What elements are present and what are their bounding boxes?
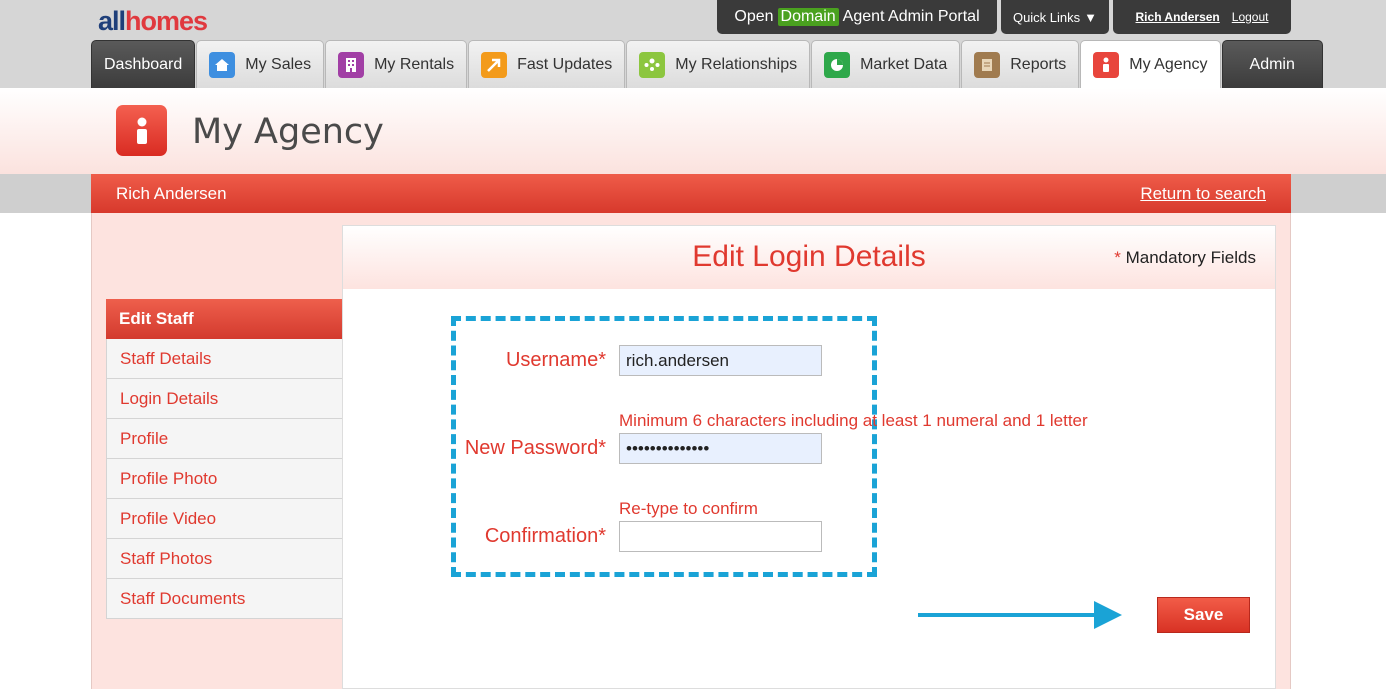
chevron-down-icon: ▼ (1084, 9, 1098, 25)
main-tabs: Dashboard My Sales My Rentals Fast Updat… (91, 40, 1324, 89)
arrow-up-icon (481, 51, 508, 78)
confirmation-label: Confirmation* (484, 525, 606, 547)
new-password-input[interactable]: •••••••••••••• (619, 433, 822, 464)
tab-dashboard[interactable]: Dashboard (91, 40, 196, 88)
quick-links-dropdown[interactable]: Quick Links ▼ (1001, 0, 1109, 34)
username-input[interactable]: rich.andersen (619, 345, 822, 376)
tab-label: My Sales (245, 55, 312, 73)
tab-reports[interactable]: Reports (961, 40, 1080, 88)
edit-staff-nav: Edit Staff Staff Details Login Details P… (106, 299, 344, 619)
person-icon (116, 105, 167, 156)
portal-prefix: Open (734, 8, 774, 25)
people-icon (639, 51, 666, 78)
logout-link[interactable]: Logout (1232, 10, 1269, 24)
confirmation-input[interactable] (619, 521, 822, 552)
tab-label: Reports (1010, 55, 1067, 73)
tab-market-data[interactable]: Market Data (811, 40, 961, 88)
sidenav-item-profile-video[interactable]: Profile Video (106, 499, 344, 539)
tab-label: Admin (1249, 55, 1295, 73)
tab-label: My Rentals (374, 55, 455, 73)
mandatory-note: * Mandatory Fields (1114, 248, 1256, 268)
house-icon (209, 51, 236, 78)
document-icon (974, 51, 1001, 78)
sidenav-item-staff-photos[interactable]: Staff Photos (106, 539, 344, 579)
save-button[interactable]: Save (1157, 597, 1250, 633)
password-hint: Minimum 6 characters including at least … (619, 411, 1088, 430)
tab-label: My Relationships (675, 55, 798, 73)
tab-fast-updates[interactable]: Fast Updates (468, 40, 626, 88)
sidenav-heading: Edit Staff (106, 299, 344, 339)
arrow-annotation-line (918, 613, 1098, 617)
tab-label: Dashboard (104, 55, 183, 73)
tab-my-agency[interactable]: My Agency (1080, 40, 1221, 89)
tab-my-rentals[interactable]: My Rentals (325, 40, 468, 88)
tab-admin[interactable]: Admin (1221, 40, 1323, 88)
sidenav-item-staff-details[interactable]: Staff Details (106, 339, 344, 379)
sidenav-item-staff-documents[interactable]: Staff Documents (106, 579, 344, 619)
quick-links-label: Quick Links (1012, 9, 1081, 25)
building-icon (338, 51, 365, 78)
username-label: Username* (505, 349, 606, 371)
user-menu: Rich Andersen Logout (1113, 0, 1291, 34)
tab-label: My Agency (1129, 56, 1208, 73)
panel-header: Edit Login Details * Mandatory Fields (343, 226, 1275, 289)
tab-my-relationships[interactable]: My Relationships (626, 40, 811, 88)
portal-suffix: Agent Admin Portal (842, 8, 980, 25)
logo-text-homes: homes (125, 6, 208, 36)
allhomes-logo[interactable]: allhomes (98, 6, 208, 37)
sidenav-item-profile[interactable]: Profile (106, 419, 344, 459)
tab-label: Market Data (860, 55, 948, 73)
tab-my-sales[interactable]: My Sales (196, 40, 325, 88)
mandatory-star: * (1114, 248, 1121, 267)
tab-label: Fast Updates (517, 55, 613, 73)
sidenav-item-login-details[interactable]: Login Details (106, 379, 344, 419)
mandatory-text: Mandatory Fields (1125, 248, 1256, 267)
new-password-label: New Password* (464, 437, 606, 459)
portal-link[interactable]: Open Domain Agent Admin Portal (717, 0, 997, 34)
pie-chart-icon (824, 51, 851, 78)
page-title: My Agency (192, 112, 384, 152)
page-header: My Agency (0, 88, 1386, 174)
staff-name-bar: Rich Andersen Return to search (91, 174, 1291, 213)
sidenav-item-profile-photo[interactable]: Profile Photo (106, 459, 344, 499)
staff-name: Rich Andersen (116, 183, 227, 203)
user-name-link[interactable]: Rich Andersen (1136, 10, 1220, 24)
logo-text-all: all (98, 6, 126, 36)
person-icon (1093, 52, 1120, 78)
return-to-search-link[interactable]: Return to search (1140, 184, 1266, 204)
confirm-hint: Re-type to confirm (619, 499, 758, 518)
domain-badge: Domain (777, 8, 839, 26)
arrow-right-icon (1094, 601, 1122, 629)
